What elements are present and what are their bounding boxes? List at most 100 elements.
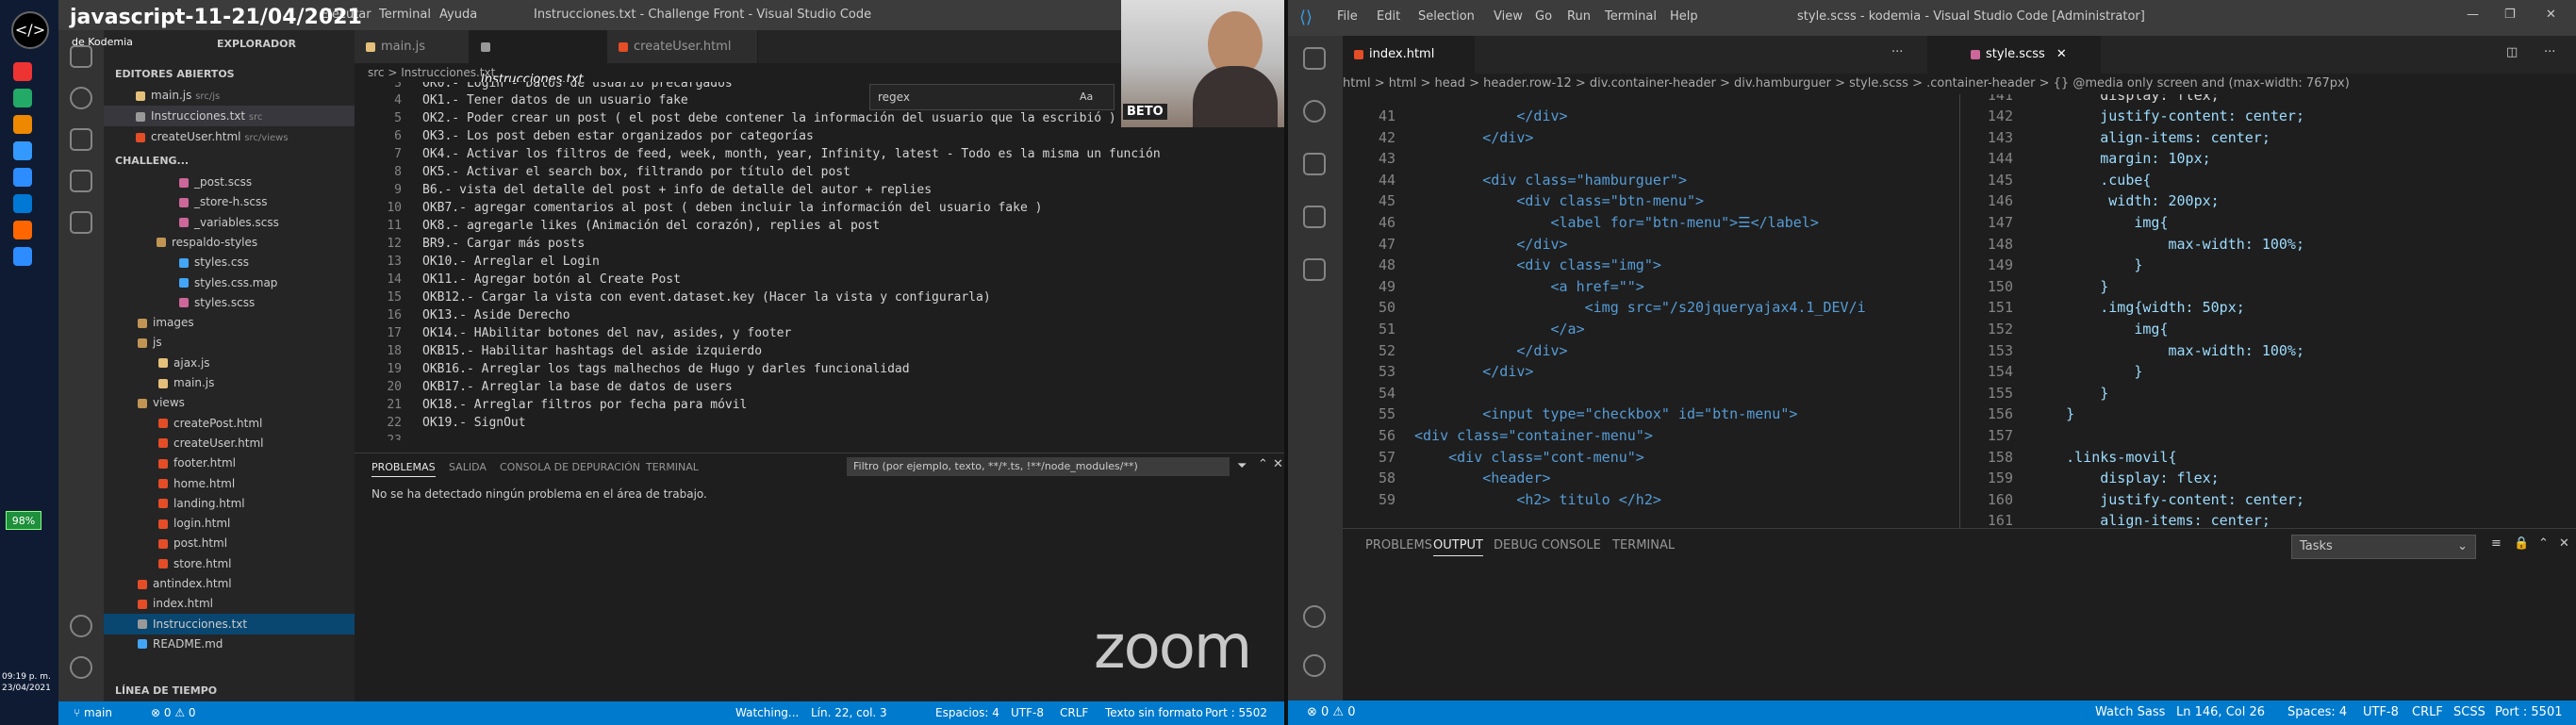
vscode-icon[interactable] [13,194,32,213]
tree-item[interactable]: index.html [104,593,355,614]
firefox-icon[interactable] [13,221,32,239]
indentation[interactable]: Spaces: 4 [2287,700,2347,725]
tree-item[interactable]: login.html [104,513,355,534]
tree-item[interactable]: antindex.html [104,573,355,594]
eol[interactable]: CRLF [2412,700,2443,725]
tab-debug-console[interactable]: DEBUG CONSOLE [1494,538,1601,552]
filter-icon[interactable]: ⏷ [1237,459,1247,473]
zoom-icon[interactable] [13,168,32,187]
tree-item[interactable]: _post.scss [104,172,355,192]
app-icon[interactable] [13,89,32,107]
tab-instrucciones[interactable]: Instrucciones.txt [470,30,607,87]
eol[interactable]: CRLF [1060,701,1088,725]
tree-item[interactable]: main.js [104,372,355,393]
tree-item[interactable]: footer.html [104,453,355,473]
tree-item[interactable]: styles.css [104,252,355,272]
tab-main-js[interactable]: main.js [355,30,470,63]
open-editor-item[interactable]: createUser.html src/views [104,126,355,147]
open-editor-item[interactable]: Instrucciones.txt src [104,106,355,126]
live-server-port[interactable]: Port : 5502 [1205,701,1267,725]
taskbar-clock[interactable]: 09:19 p. m. 23/04/2021 [2,671,57,694]
tree-item[interactable]: views [104,392,355,413]
menu-view[interactable]: View [1494,9,1523,24]
tab-salida[interactable]: SALIDA [449,461,487,473]
tree-item[interactable]: landing.html [104,493,355,514]
tab-problems[interactable]: PROBLEMS [1365,538,1432,552]
tree-item[interactable]: styles.css.map [104,272,355,293]
tree-item[interactable]: images [104,312,355,333]
find-input[interactable]: regex [878,91,910,104]
menu-go[interactable]: Go [1535,9,1552,24]
maximize-panel-icon[interactable]: ⌃ [2538,536,2549,551]
menu-edit[interactable]: Edit [1377,9,1400,24]
tree-item[interactable]: ajax.js [104,353,355,373]
encoding[interactable]: UTF-8 [2363,700,2399,725]
cursor-position[interactable]: Lín. 22, col. 3 [811,701,887,725]
more-actions-icon[interactable]: ··· [1891,45,1903,59]
watch-sass-button[interactable]: Watch Sass [2095,700,2165,725]
extensions-icon[interactable] [70,211,92,234]
source-control-icon[interactable] [70,128,92,151]
match-case-toggle[interactable]: Aa [1080,91,1093,103]
breadcrumb[interactable]: html > html > head > header.row-12 > div… [1343,74,2576,94]
live-server-port[interactable]: Port : 5501 [2495,700,2563,725]
tab-style-scss[interactable]: style.scss ✕ [1959,36,2101,74]
watching-indicator[interactable]: Watching... [735,701,799,725]
scss-editor[interactable]: 141 display: flex; 142 justify-content: … [1959,94,2576,528]
problems-count[interactable]: ⊗ 0 ⚠ 0 [151,701,196,725]
close-icon[interactable]: ✕ [2559,536,2569,551]
tree-item[interactable]: home.html [104,473,355,494]
extensions-icon[interactable] [1303,258,1326,281]
source-control-icon[interactable] [1303,153,1326,175]
tree-item[interactable]: styles.scss [104,292,355,313]
tab-index-html[interactable]: index.html [1343,36,1475,74]
tree-item[interactable]: _store-h.scss [104,191,355,212]
menu-file[interactable]: File [1337,9,1358,24]
open-editors-header[interactable]: EDITORES ABIERTOS [104,64,355,85]
tab-problemas[interactable]: PROBLEMAS [372,461,436,477]
encoding[interactable]: UTF-8 [1011,701,1044,725]
language-mode[interactable]: SCSS [2453,700,2485,725]
tree-item[interactable]: createPost.html [104,413,355,434]
tree-item[interactable]: post.html [104,533,355,553]
tree-item[interactable]: store.html [104,553,355,574]
run-debug-icon[interactable] [1303,206,1326,228]
tab-output[interactable]: OUTPUT [1433,538,1483,556]
explorer-icon[interactable] [70,45,92,68]
problems-count[interactable]: ⊗ 0 ⚠ 0 [1307,700,1356,725]
menu-run[interactable]: Run [1567,9,1591,24]
language-mode[interactable]: Texto sin formato [1105,701,1203,725]
indentation[interactable]: Espacios: 4 [935,701,999,725]
more-actions-icon[interactable]: ··· [2544,45,2555,59]
lock-icon[interactable]: 🔒 [2514,536,2529,551]
account-icon[interactable] [1303,605,1326,628]
split-editor-icon[interactable]: ◫ [2506,45,2518,59]
search-icon[interactable] [70,87,92,109]
tree-item[interactable]: createUser.html [104,433,355,453]
tab-terminal[interactable]: TERMINAL [1612,538,1675,552]
output-channel-select[interactable]: Tasks ⌄ [2291,535,2476,559]
tree-item[interactable]: Instrucciones.txt [104,613,355,634]
menu-terminal[interactable]: Terminal [379,8,431,22]
maximize-button[interactable]: ❐ [2504,8,2516,22]
tree-item[interactable]: README.md [104,634,355,654]
minimize-button[interactable]: — [2467,8,2479,22]
tree-item[interactable]: _variables.scss [104,212,355,233]
app-icon[interactable] [13,62,32,81]
tab-createuser[interactable]: createUser.html [607,30,758,63]
tree-item[interactable]: respaldo-styles [104,232,355,253]
menu-help[interactable]: Help [1670,9,1698,24]
settings-gear-icon[interactable] [1303,654,1326,677]
tab-consola[interactable]: CONSOLA DE DEPURACIÓN [500,461,640,473]
collapse-icon[interactable]: ⌃ [1258,457,1268,471]
meeting-icon[interactable] [13,247,32,266]
branch-indicator[interactable]: ⑂ main [74,701,112,725]
html-editor[interactable]: 41 </div> 42 </div> 43 44 <div class="hambu… [1343,94,1959,528]
close-tab-icon[interactable]: ✕ [2056,47,2067,61]
project-header[interactable]: CHALLENG... [104,151,355,172]
explorer-icon[interactable] [1303,47,1326,70]
search-icon[interactable] [1303,100,1326,123]
cursor-position[interactable]: Ln 146, Col 26 [2176,700,2265,725]
problems-filter-input[interactable]: Filtro (por ejemplo, texto, **/*.ts, !**… [847,457,1230,476]
chrome-icon[interactable] [13,115,32,134]
